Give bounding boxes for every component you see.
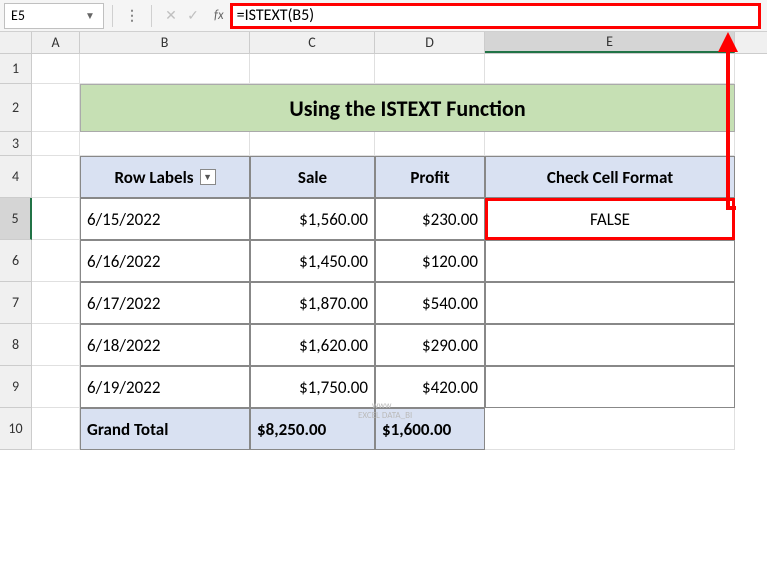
cell-e8[interactable]: [485, 324, 735, 366]
cell-b7[interactable]: 6/17/2022: [80, 282, 250, 324]
cell-b10[interactable]: Grand Total: [80, 408, 250, 450]
cell-e5[interactable]: FALSE: [485, 198, 735, 240]
cell-grid: Using the ISTEXT Function Row Labels ▼ S…: [32, 54, 735, 450]
cell-c8[interactable]: $1,620.00: [250, 324, 375, 366]
cell-b5[interactable]: 6/15/2022: [80, 198, 250, 240]
row-headers: 1 2 3 4 5 6 7 8 9 10: [0, 54, 32, 450]
table-row: 6/16/2022 $1,450.00 $120.00: [32, 240, 735, 282]
cell-c5[interactable]: $1,560.00: [250, 198, 375, 240]
cell-a3[interactable]: [32, 132, 80, 156]
cancel-icon[interactable]: ✕: [160, 5, 182, 27]
cell-a1[interactable]: [32, 54, 80, 84]
row-header-3[interactable]: 3: [0, 132, 32, 156]
header-profit[interactable]: Profit: [375, 156, 485, 198]
name-box-dropdown-icon[interactable]: ▼: [83, 9, 97, 22]
cell-e3[interactable]: [485, 132, 735, 156]
cell-b1[interactable]: [80, 54, 250, 84]
col-header-b[interactable]: B: [80, 32, 250, 53]
cell-a7[interactable]: [32, 282, 80, 324]
formula-bar: E5 ▼ ⋮ ✕ ✓ fx =ISTEXT(B5): [0, 0, 767, 32]
row-header-4[interactable]: 4: [0, 156, 32, 198]
formula-input[interactable]: =ISTEXT(B5): [230, 3, 761, 29]
cell-d10[interactable]: $1,600.00: [375, 408, 485, 450]
divider: [112, 5, 113, 27]
col-header-a[interactable]: A: [32, 32, 80, 53]
header-check-format[interactable]: Check Cell Format: [485, 156, 735, 198]
row-header-6[interactable]: 6: [0, 240, 32, 282]
name-box-value: E5: [11, 7, 25, 24]
row-header-1[interactable]: 1: [0, 54, 32, 84]
cell-d5[interactable]: $230.00: [375, 198, 485, 240]
divider: [151, 5, 152, 27]
table-row: 6/17/2022 $1,870.00 $540.00: [32, 282, 735, 324]
cell-d6[interactable]: $120.00: [375, 240, 485, 282]
row-header-7[interactable]: 7: [0, 282, 32, 324]
cell-d3[interactable]: [375, 132, 485, 156]
row-header-8[interactable]: 8: [0, 324, 32, 366]
cell-a6[interactable]: [32, 240, 80, 282]
cell-b8[interactable]: 6/18/2022: [80, 324, 250, 366]
cell-e9[interactable]: [485, 366, 735, 408]
title-cell[interactable]: Using the ISTEXT Function: [80, 84, 735, 132]
cell-d9[interactable]: $420.00: [375, 366, 485, 408]
cell-b6[interactable]: 6/16/2022: [80, 240, 250, 282]
table-row: 6/18/2022 $1,620.00 $290.00: [32, 324, 735, 366]
cell-a2[interactable]: [32, 84, 80, 132]
cell-e6[interactable]: [485, 240, 735, 282]
cell-c9[interactable]: $1,750.00: [250, 366, 375, 408]
select-all-corner[interactable]: [0, 32, 32, 53]
row-header-10[interactable]: 10: [0, 408, 32, 450]
enter-icon[interactable]: ✓: [182, 5, 204, 27]
cell-a8[interactable]: [32, 324, 80, 366]
table-row: Grand Total $8,250.00 $1,600.00: [32, 408, 735, 450]
cell-d7[interactable]: $540.00: [375, 282, 485, 324]
cell-a5[interactable]: [32, 198, 80, 240]
cell-c3[interactable]: [250, 132, 375, 156]
range-colon-icon: ⋮: [121, 5, 143, 27]
cell-b9[interactable]: 6/19/2022: [80, 366, 250, 408]
name-box[interactable]: E5 ▼: [4, 3, 104, 29]
annotation-arrow-corner: [726, 206, 736, 210]
row-header-5[interactable]: 5: [0, 198, 32, 240]
cell-a9[interactable]: [32, 366, 80, 408]
col-header-e[interactable]: E: [485, 32, 735, 53]
header-sale[interactable]: Sale: [250, 156, 375, 198]
col-header-d[interactable]: D: [375, 32, 485, 53]
cell-c6[interactable]: $1,450.00: [250, 240, 375, 282]
filter-dropdown-icon[interactable]: ▼: [200, 169, 216, 185]
cell-e10[interactable]: [485, 408, 735, 450]
cell-d8[interactable]: $290.00: [375, 324, 485, 366]
header-row-labels[interactable]: Row Labels ▼: [80, 156, 250, 198]
cell-a4[interactable]: [32, 156, 80, 198]
cell-e1[interactable]: [485, 54, 735, 84]
cell-a10[interactable]: [32, 408, 80, 450]
cell-d1[interactable]: [375, 54, 485, 84]
header-label: Row Labels: [114, 167, 193, 188]
cell-b3[interactable]: [80, 132, 250, 156]
column-headers: A B C D E: [0, 32, 767, 54]
row-header-9[interactable]: 9: [0, 366, 32, 408]
table-row: 6/19/2022 $1,750.00 $420.00: [32, 366, 735, 408]
cell-c7[interactable]: $1,870.00: [250, 282, 375, 324]
annotation-arrow-shaft: [726, 50, 730, 208]
col-header-c[interactable]: C: [250, 32, 375, 53]
table-row: 6/15/2022 $1,560.00 $230.00 FALSE: [32, 198, 735, 240]
formula-text: =ISTEXT(B5): [237, 6, 314, 25]
cell-c1[interactable]: [250, 54, 375, 84]
cell-c10[interactable]: $8,250.00: [250, 408, 375, 450]
row-header-2[interactable]: 2: [0, 84, 32, 132]
fx-label[interactable]: fx: [214, 8, 224, 23]
annotation-arrow-head-icon: [718, 32, 738, 52]
cell-e7[interactable]: [485, 282, 735, 324]
